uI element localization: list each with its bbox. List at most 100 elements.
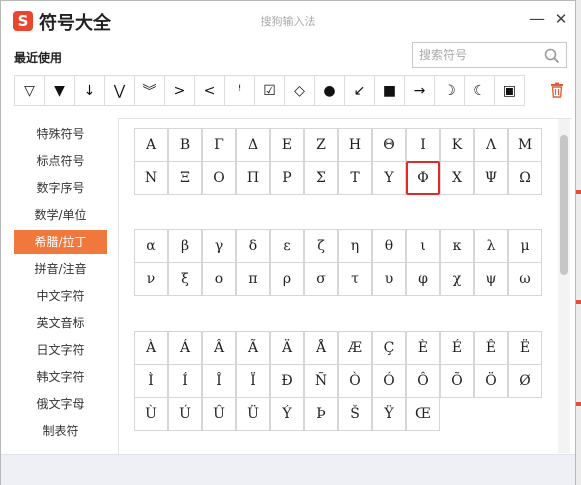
symbol-cell[interactable]: τ [338, 262, 372, 296]
sidebar-item[interactable]: 英文音标 [14, 311, 107, 335]
title-bar[interactable]: S 符号大全 搜狗输入法 — ✕ [1, 1, 575, 39]
close-button[interactable]: ✕ [553, 11, 569, 27]
recent-symbol-cell[interactable]: ꜝ [224, 75, 255, 106]
symbol-cell[interactable]: Π [236, 161, 270, 195]
symbol-cell[interactable]: Ç [372, 331, 406, 365]
search-icon[interactable] [543, 47, 561, 65]
recent-symbol-cell[interactable]: → [404, 75, 435, 106]
symbol-cell[interactable]: Ε [270, 128, 304, 162]
symbol-cell[interactable]: φ [406, 262, 440, 296]
symbol-cell[interactable]: κ [440, 229, 474, 263]
symbol-cell[interactable]: λ [474, 229, 508, 263]
symbol-cell[interactable]: Ô [406, 364, 440, 398]
symbol-cell[interactable]: β [168, 229, 202, 263]
symbol-cell[interactable]: Ζ [304, 128, 338, 162]
symbol-cell[interactable]: ο [202, 262, 236, 296]
symbol-cell[interactable]: Ω [508, 161, 542, 195]
symbol-cell[interactable]: ψ [474, 262, 508, 296]
symbol-cell[interactable]: Ο [202, 161, 236, 195]
symbol-cell[interactable]: Ñ [304, 364, 338, 398]
symbol-cell[interactable]: Ë [508, 331, 542, 365]
symbol-cell[interactable]: Õ [440, 364, 474, 398]
symbol-cell[interactable]: Ü [236, 397, 270, 431]
symbol-cell[interactable]: Ï [236, 364, 270, 398]
symbol-cell[interactable]: ρ [270, 262, 304, 296]
symbol-cell[interactable]: Η [338, 128, 372, 162]
symbol-cell[interactable]: Χ [440, 161, 474, 195]
symbol-cell[interactable]: σ [304, 262, 338, 296]
symbol-cell[interactable]: Σ [304, 161, 338, 195]
symbol-cell[interactable]: Ð [270, 364, 304, 398]
sidebar-item[interactable]: 制表符 [14, 419, 107, 443]
symbol-cell[interactable]: ι [406, 229, 440, 263]
symbol-cell[interactable]: Β [168, 128, 202, 162]
symbol-cell[interactable]: Ú [168, 397, 202, 431]
symbol-cell[interactable]: ζ [304, 229, 338, 263]
symbol-cell[interactable]: Ý [270, 397, 304, 431]
sidebar-item[interactable]: 韩文字符 [14, 365, 107, 389]
symbol-cell[interactable]: Ÿ [372, 397, 406, 431]
symbol-cell[interactable]: Δ [236, 128, 270, 162]
sidebar-item[interactable]: 拼音/注音 [14, 257, 107, 281]
scrollbar-thumb[interactable] [560, 135, 568, 275]
recent-symbol-cell[interactable]: ■ [374, 75, 405, 106]
sidebar-item[interactable]: 标点符号 [14, 149, 107, 173]
symbol-cell[interactable]: θ [372, 229, 406, 263]
recent-symbol-cell[interactable]: ☑ [254, 75, 285, 106]
symbol-cell[interactable]: À [134, 331, 168, 365]
symbol-cell[interactable]: α [134, 229, 168, 263]
minimize-button[interactable]: — [529, 11, 545, 27]
symbol-cell[interactable]: Ξ [168, 161, 202, 195]
scrollbar[interactable] [558, 119, 570, 453]
symbol-cell[interactable]: Ρ [270, 161, 304, 195]
symbol-cell[interactable]: Â [202, 331, 236, 365]
sidebar-item[interactable]: 希腊/拉丁 [14, 230, 107, 254]
symbol-cell[interactable]: Κ [440, 128, 474, 162]
recent-symbol-cell[interactable]: ⋁ [104, 75, 135, 106]
symbol-cell[interactable]: Ò [338, 364, 372, 398]
recent-symbol-cell[interactable]: ▼ [44, 75, 75, 106]
symbol-cell[interactable]: γ [202, 229, 236, 263]
recent-symbol-cell[interactable]: ● [314, 75, 345, 106]
symbol-cell[interactable]: ε [270, 229, 304, 263]
recent-symbol-cell[interactable]: ︾ [134, 75, 165, 106]
recent-symbol-cell[interactable]: ↙ [344, 75, 375, 106]
recent-symbol-cell[interactable]: ☾ [464, 75, 495, 106]
symbol-cell[interactable]: Ö [474, 364, 508, 398]
symbol-cell[interactable]: Þ [304, 397, 338, 431]
symbol-cell[interactable]: Υ [372, 161, 406, 195]
symbol-cell[interactable]: Š [338, 397, 372, 431]
symbol-cell[interactable]: μ [508, 229, 542, 263]
symbol-cell[interactable]: Ù [134, 397, 168, 431]
sidebar-item[interactable]: 特殊符号 [14, 122, 107, 146]
symbol-cell[interactable]: Ø [508, 364, 542, 398]
symbol-cell[interactable]: Ι [406, 128, 440, 162]
symbol-cell[interactable]: Ó [372, 364, 406, 398]
search-box[interactable] [412, 42, 567, 68]
symbol-cell[interactable]: Θ [372, 128, 406, 162]
symbol-cell[interactable]: Í [168, 364, 202, 398]
symbol-cell[interactable]: η [338, 229, 372, 263]
symbol-cell[interactable]: Ì [134, 364, 168, 398]
symbol-cell[interactable]: Î [202, 364, 236, 398]
sidebar-item[interactable]: 中文字符 [14, 284, 107, 308]
symbol-cell[interactable]: Ψ [474, 161, 508, 195]
symbol-cell[interactable]: ω [508, 262, 542, 296]
recent-symbol-cell[interactable]: ◇ [284, 75, 315, 106]
symbol-cell[interactable]: Ν [134, 161, 168, 195]
sidebar-item[interactable]: 数字序号 [14, 176, 107, 200]
symbol-cell[interactable]: ξ [168, 262, 202, 296]
symbol-cell[interactable]: δ [236, 229, 270, 263]
recent-symbol-cell[interactable]: > [164, 75, 195, 106]
sidebar-item[interactable]: 俄文字母 [14, 392, 107, 416]
symbol-cell[interactable]: Τ [338, 161, 372, 195]
recent-symbol-cell[interactable]: ▣ [494, 75, 525, 106]
symbol-cell[interactable]: ν [134, 262, 168, 296]
symbol-cell[interactable]: Æ [338, 331, 372, 365]
selected-symbol-cell[interactable]: Φ [406, 161, 440, 195]
search-input[interactable] [419, 46, 541, 64]
symbol-cell[interactable]: χ [440, 262, 474, 296]
recent-symbol-cell[interactable]: < [194, 75, 225, 106]
symbol-cell[interactable]: Μ [508, 128, 542, 162]
symbol-cell[interactable]: Œ [406, 397, 440, 431]
